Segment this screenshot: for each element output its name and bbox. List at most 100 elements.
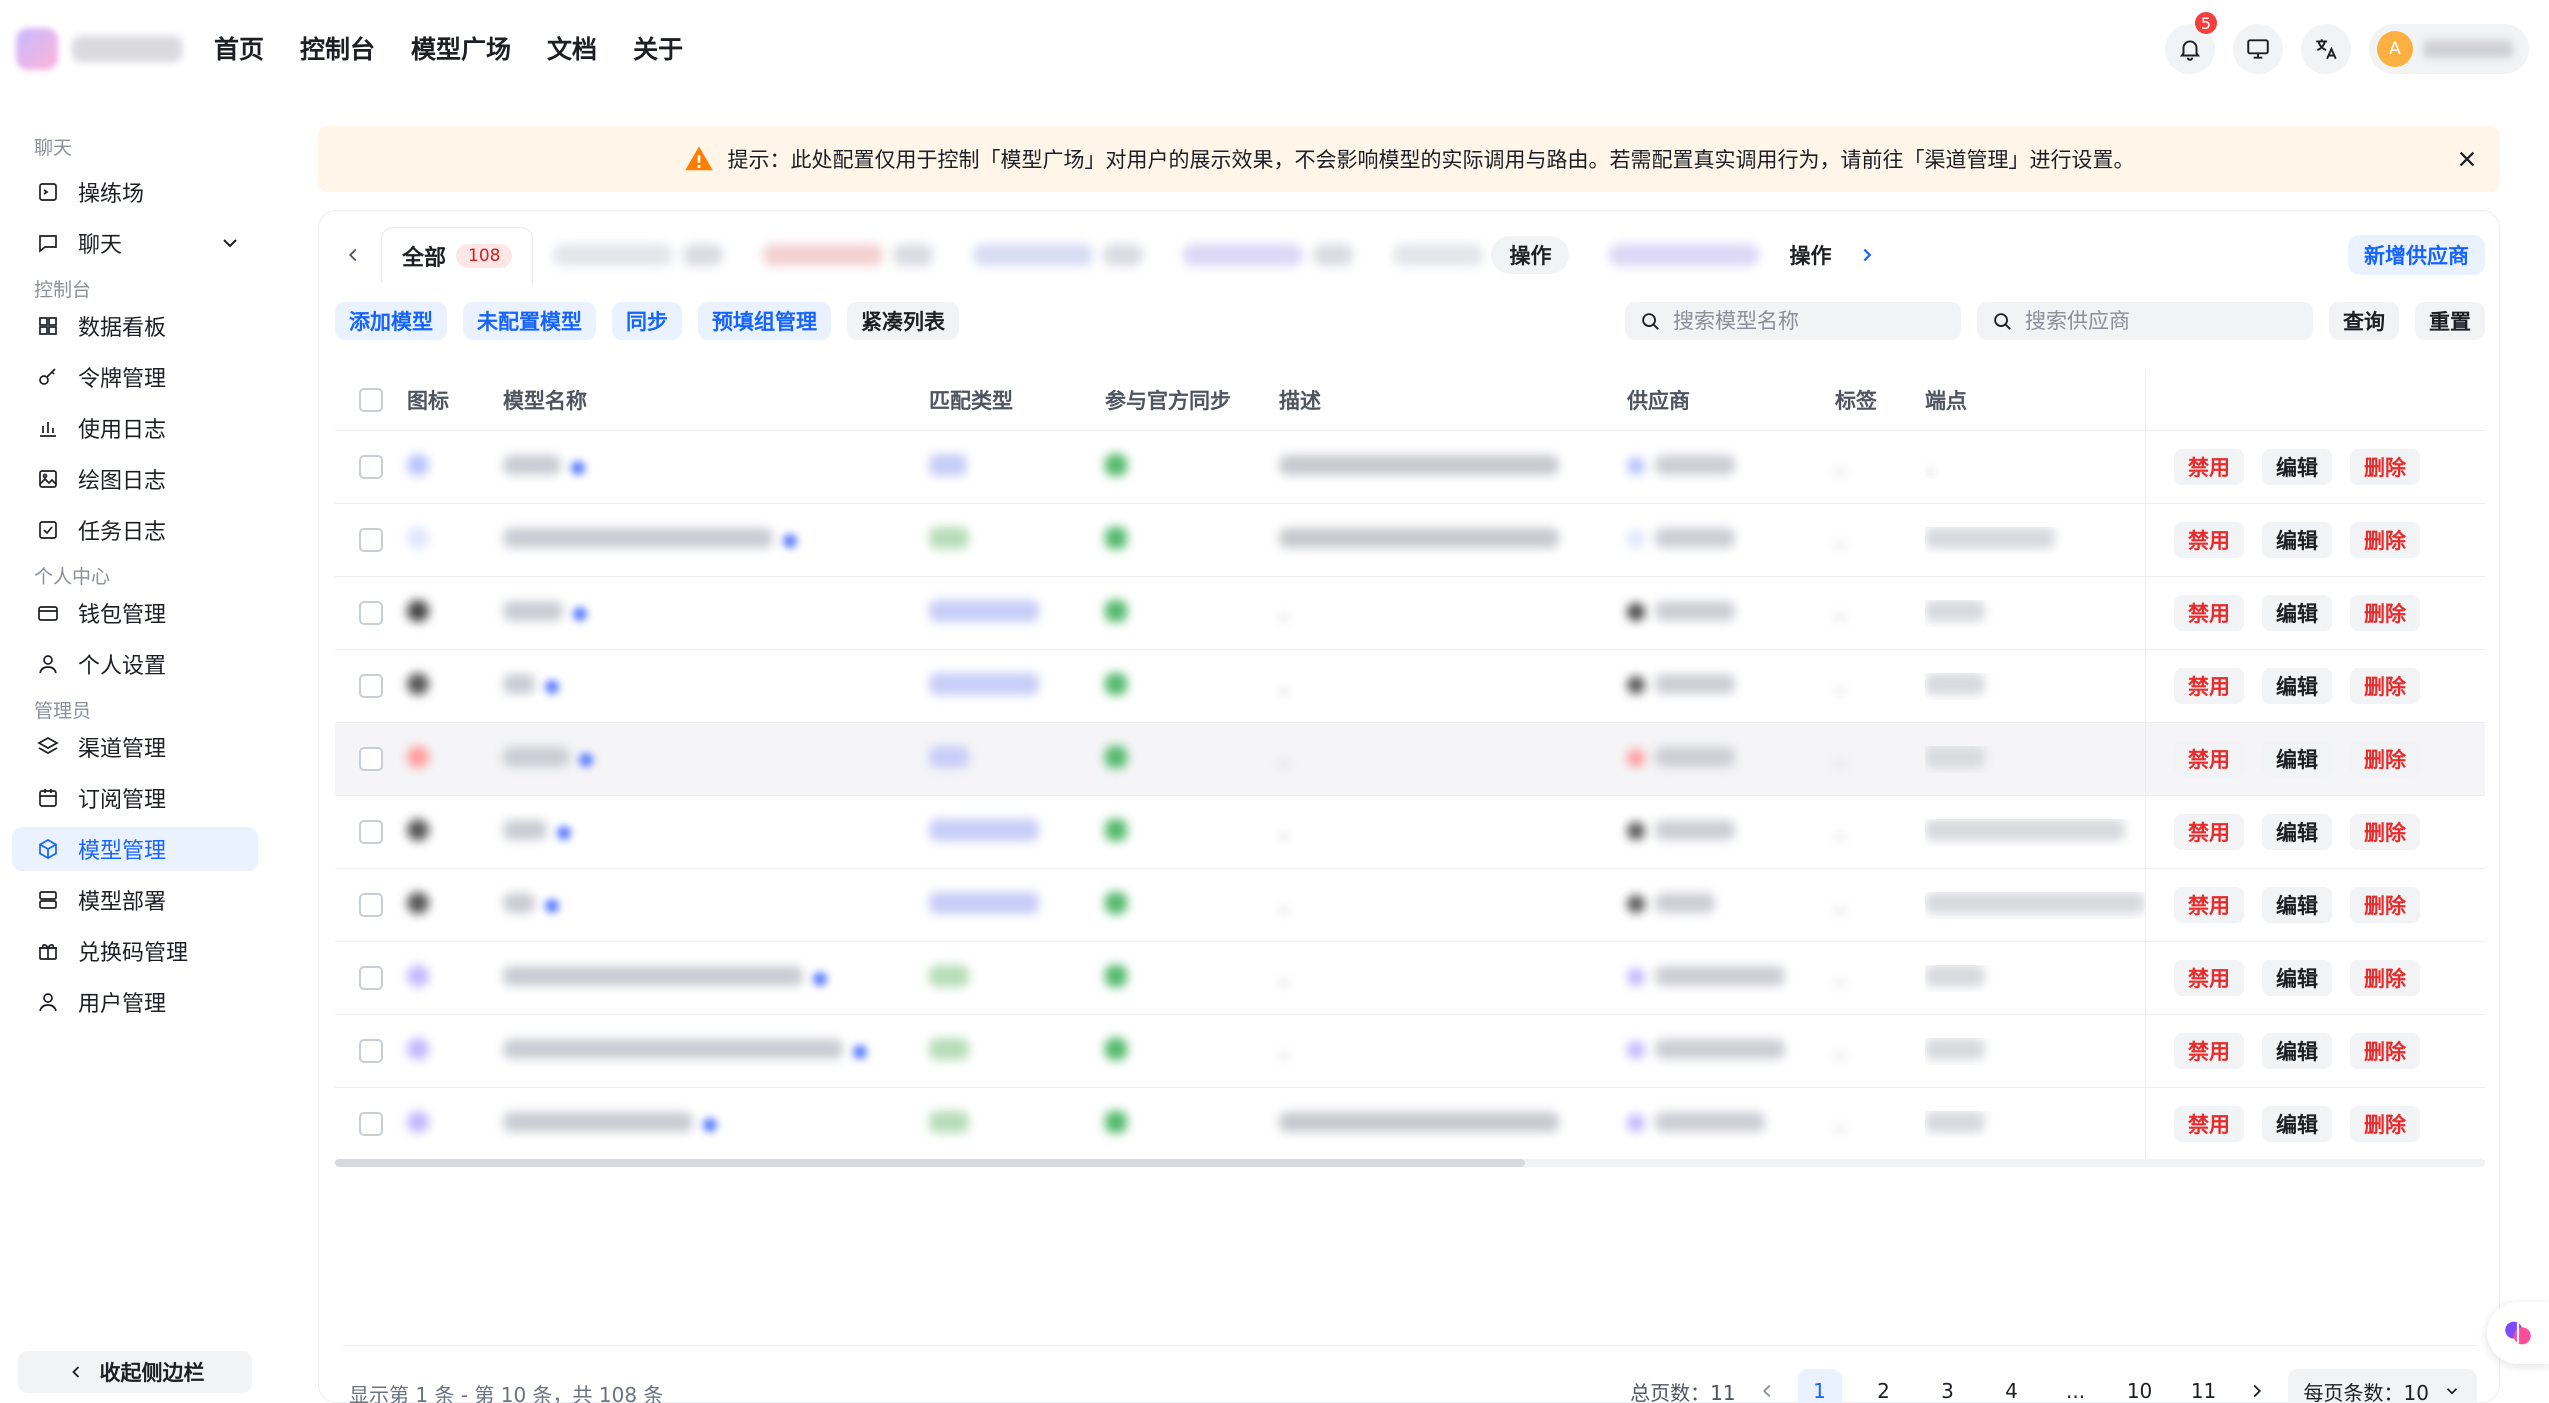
sidebar-item-personal-settings[interactable]: 个人设置 <box>12 642 258 686</box>
tab-all[interactable]: 全部 108 <box>381 227 534 283</box>
search-model-field[interactable] <box>1625 302 1961 340</box>
delete-button[interactable]: 删除 <box>2350 449 2420 485</box>
sidebar-item-wallet[interactable]: 钱包管理 <box>12 591 258 635</box>
nav-about[interactable]: 关于 <box>633 30 683 66</box>
sidebar-item-subscriptions[interactable]: 订阅管理 <box>12 776 258 820</box>
table-row[interactable]: 禁用 编辑 删除 <box>335 504 2485 577</box>
user-menu[interactable]: A <box>2369 24 2529 74</box>
sidebar-item-model-deploy[interactable]: 模型部署 <box>12 878 258 922</box>
table-row[interactable]: 禁用 编辑 删除 <box>335 796 2485 869</box>
disable-button[interactable]: 禁用 <box>2174 1033 2244 1069</box>
search-model-input[interactable] <box>1673 309 1943 333</box>
delete-button[interactable]: 删除 <box>2350 595 2420 631</box>
row-checkbox[interactable] <box>359 674 383 698</box>
row-checkbox[interactable] <box>359 528 383 552</box>
query-button[interactable]: 查询 <box>2329 302 2399 340</box>
delete-button[interactable]: 删除 <box>2350 960 2420 996</box>
edit-button[interactable]: 编辑 <box>2262 1033 2332 1069</box>
disable-button[interactable]: 禁用 <box>2174 741 2244 777</box>
row-checkbox[interactable] <box>359 820 383 844</box>
notification-button[interactable]: 5 <box>2165 10 2219 74</box>
nav-model-square[interactable]: 模型广场 <box>411 30 511 66</box>
delete-button[interactable]: 删除 <box>2350 668 2420 704</box>
table-row[interactable]: 禁用 编辑 删除 <box>335 942 2485 1015</box>
row-checkbox[interactable] <box>359 747 383 771</box>
edit-button[interactable]: 编辑 <box>2262 595 2332 631</box>
tabs-next-button[interactable] <box>1839 227 1895 283</box>
display-button[interactable] <box>2233 24 2283 74</box>
select-all-checkbox[interactable] <box>359 387 383 412</box>
nav-home[interactable]: 首页 <box>214 30 264 66</box>
table-row[interactable]: 禁用 编辑 删除 <box>335 650 2485 723</box>
tab-vendor[interactable] <box>1163 227 1373 283</box>
sidebar-item-tokens[interactable]: 令牌管理 <box>12 355 258 399</box>
logo[interactable] <box>16 28 182 70</box>
sidebar-item-drawing-logs[interactable]: 绘图日志 <box>12 457 258 501</box>
table-row[interactable]: 禁用 编辑 删除 <box>335 723 2485 796</box>
sidebar-item-task-logs[interactable]: 任务日志 <box>12 508 258 552</box>
delete-button[interactable]: 删除 <box>2350 814 2420 850</box>
add-vendor-button[interactable]: 新增供应商 <box>2348 235 2485 275</box>
table-row[interactable]: 禁用 编辑 删除 <box>335 869 2485 942</box>
chevron-left-icon[interactable] <box>1756 1380 1778 1402</box>
page-10[interactable]: 10 <box>2118 1369 2162 1403</box>
disable-button[interactable]: 禁用 <box>2174 887 2244 923</box>
scrollbar-thumb[interactable] <box>335 1159 1525 1167</box>
table-row[interactable]: 禁用 编辑 删除 <box>335 431 2485 504</box>
language-button[interactable] <box>2301 24 2351 74</box>
page-2[interactable]: 2 <box>1862 1369 1906 1403</box>
collapse-sidebar-button[interactable]: 收起侧边栏 <box>18 1351 252 1393</box>
tab-operation-button[interactable]: 操作 <box>1779 236 1840 274</box>
sidebar-item-usage-logs[interactable]: 使用日志 <box>12 406 258 450</box>
tabs-prev-button[interactable] <box>325 227 381 283</box>
tab-operation-button[interactable]: 操作 <box>1491 236 1570 274</box>
edit-button[interactable]: 编辑 <box>2262 887 2332 923</box>
sidebar-item-channels[interactable]: 渠道管理 <box>12 725 258 769</box>
row-checkbox[interactable] <box>359 966 383 990</box>
chevron-right-icon[interactable] <box>2246 1380 2268 1402</box>
edit-button[interactable]: 编辑 <box>2262 814 2332 850</box>
search-vendor-input[interactable] <box>2025 309 2295 333</box>
page-4[interactable]: 4 <box>1990 1369 2034 1403</box>
tab-vendor[interactable] <box>533 227 743 283</box>
edit-button[interactable]: 编辑 <box>2262 522 2332 558</box>
edit-button[interactable]: 编辑 <box>2262 741 2332 777</box>
nav-console[interactable]: 控制台 <box>300 30 375 66</box>
sidebar-item-playground[interactable]: 操练场 <box>12 170 258 214</box>
unconfigured-models-button[interactable]: 未配置模型 <box>463 302 596 340</box>
delete-button[interactable]: 删除 <box>2350 522 2420 558</box>
disable-button[interactable]: 禁用 <box>2174 668 2244 704</box>
sidebar-item-model-management[interactable]: 模型管理 <box>12 827 258 871</box>
delete-button[interactable]: 删除 <box>2350 1106 2420 1142</box>
edit-button[interactable]: 编辑 <box>2262 960 2332 996</box>
row-checkbox[interactable] <box>359 601 383 625</box>
search-vendor-field[interactable] <box>1977 302 2313 340</box>
table-row[interactable]: 禁用 编辑 删除 <box>335 1015 2485 1088</box>
add-model-button[interactable]: 添加模型 <box>335 302 447 340</box>
chevron-down-icon[interactable] <box>218 231 242 255</box>
row-checkbox[interactable] <box>359 1112 383 1136</box>
reset-button[interactable]: 重置 <box>2415 302 2485 340</box>
horizontal-scrollbar[interactable] <box>335 1159 2485 1167</box>
tab-vendor[interactable] <box>743 227 953 283</box>
edit-button[interactable]: 编辑 <box>2262 668 2332 704</box>
notice-close-button[interactable] <box>2450 142 2484 176</box>
delete-button[interactable]: 删除 <box>2350 741 2420 777</box>
edit-button[interactable]: 编辑 <box>2262 449 2332 485</box>
disable-button[interactable]: 禁用 <box>2174 814 2244 850</box>
prefill-groups-button[interactable]: 预填组管理 <box>698 302 831 340</box>
disable-button[interactable]: 禁用 <box>2174 595 2244 631</box>
sidebar-item-dashboard[interactable]: 数据看板 <box>12 304 258 348</box>
sidebar-item-users[interactable]: 用户管理 <box>12 980 258 1024</box>
row-checkbox[interactable] <box>359 1039 383 1063</box>
page-11[interactable]: 11 <box>2182 1369 2226 1403</box>
sidebar-item-chat[interactable]: 聊天 <box>12 221 258 265</box>
delete-button[interactable]: 删除 <box>2350 887 2420 923</box>
disable-button[interactable]: 禁用 <box>2174 960 2244 996</box>
row-checkbox[interactable] <box>359 893 383 917</box>
sync-button[interactable]: 同步 <box>612 302 682 340</box>
tab-vendor[interactable] <box>1373 227 1491 283</box>
delete-button[interactable]: 删除 <box>2350 1033 2420 1069</box>
page-3[interactable]: 3 <box>1926 1369 1970 1403</box>
disable-button[interactable]: 禁用 <box>2174 522 2244 558</box>
